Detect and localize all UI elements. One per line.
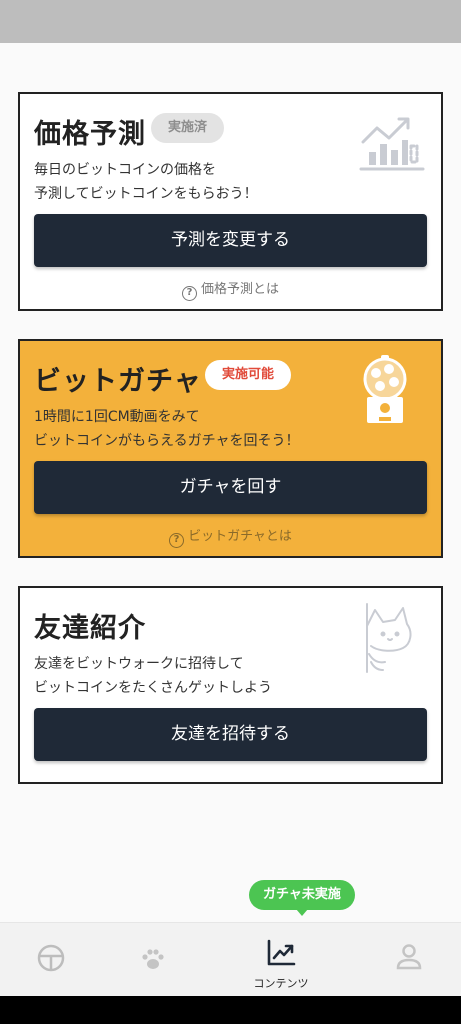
help-link-label: ビットガチャとは bbox=[188, 529, 292, 544]
peeking-cat-icon bbox=[366, 603, 412, 673]
status-badge: 実施可能 bbox=[205, 360, 292, 390]
card-description: 1時間に1回CM動画をみて ビットコインがもらえるガチャを回そう！ bbox=[34, 405, 299, 453]
card-title: 価格予測 bbox=[34, 119, 146, 150]
help-link-label: 価格予測とは bbox=[200, 282, 279, 297]
paw-icon bbox=[142, 949, 164, 969]
status-badge: 実施済 bbox=[151, 113, 225, 143]
invite-friends-card: 友達紹介 友達をビットウォークに招待して ビットコインをたくさんゲットしよう 友… bbox=[18, 586, 443, 784]
steering-wheel-icon bbox=[37, 944, 65, 972]
card-title: ビットガチャ bbox=[34, 366, 202, 397]
change-prediction-button[interactable]: 予測を変更する bbox=[34, 214, 427, 267]
person-icon bbox=[396, 944, 422, 970]
gacha-pending-tooltip: ガチャ未実施 bbox=[249, 880, 355, 916]
price-prediction-card: 価格予測 実施済 毎日のビットコインの価格を 予測してビットコインをもらおう！ … bbox=[18, 92, 443, 311]
price-chart-icon bbox=[359, 117, 425, 171]
card-title: 友達紹介 bbox=[34, 613, 146, 644]
spin-gacha-button[interactable]: ガチャを回す bbox=[34, 461, 427, 514]
description-line: ビットコインがもらえるガチャを回そう！ bbox=[34, 433, 300, 449]
card-description: 友達をビットウォークに招待して ビットコインをたくさんゲットしよう bbox=[34, 652, 272, 700]
description-line: 予測してビットコインをもらおう！ bbox=[34, 186, 258, 202]
bit-gacha-card: ビットガチャ 実施可能 1時間に1回CM動画をみて ビットコインがもらえるガチャ… bbox=[18, 339, 443, 558]
description-line: ビットコインをたくさんゲットしよう bbox=[34, 680, 272, 696]
nav-item-contents[interactable]: コンテンツ bbox=[236, 923, 326, 997]
system-navigation-bar bbox=[0, 996, 461, 1024]
question-circle-icon: ? bbox=[169, 533, 185, 548]
invite-friends-button[interactable]: 友達を招待する bbox=[34, 708, 427, 761]
nav-item-profile[interactable] bbox=[364, 923, 454, 997]
card-description: 毎日のビットコインの価格を 予測してビットコインをもらおう！ bbox=[34, 158, 258, 206]
description-line: 友達をビットウォークに招待して bbox=[34, 656, 244, 672]
bit-gacha-help-link[interactable]: ? ビットガチャとは bbox=[20, 525, 441, 548]
bottom-nav: コンテンツ bbox=[0, 922, 461, 996]
description-line: 毎日のビットコインの価格を bbox=[34, 162, 216, 178]
gacha-machine-icon bbox=[363, 355, 407, 423]
price-prediction-help-link[interactable]: ? 価格予測とは bbox=[20, 278, 441, 301]
trending-chart-icon bbox=[267, 939, 296, 966]
question-circle-icon: ? bbox=[181, 286, 197, 301]
nav-item-pet[interactable] bbox=[108, 923, 198, 997]
nav-item-label: コンテンツ bbox=[253, 977, 309, 990]
nav-item-drive[interactable] bbox=[6, 923, 96, 997]
status-bar bbox=[0, 0, 461, 43]
description-line: 1時間に1回CM動画をみて bbox=[34, 409, 200, 425]
